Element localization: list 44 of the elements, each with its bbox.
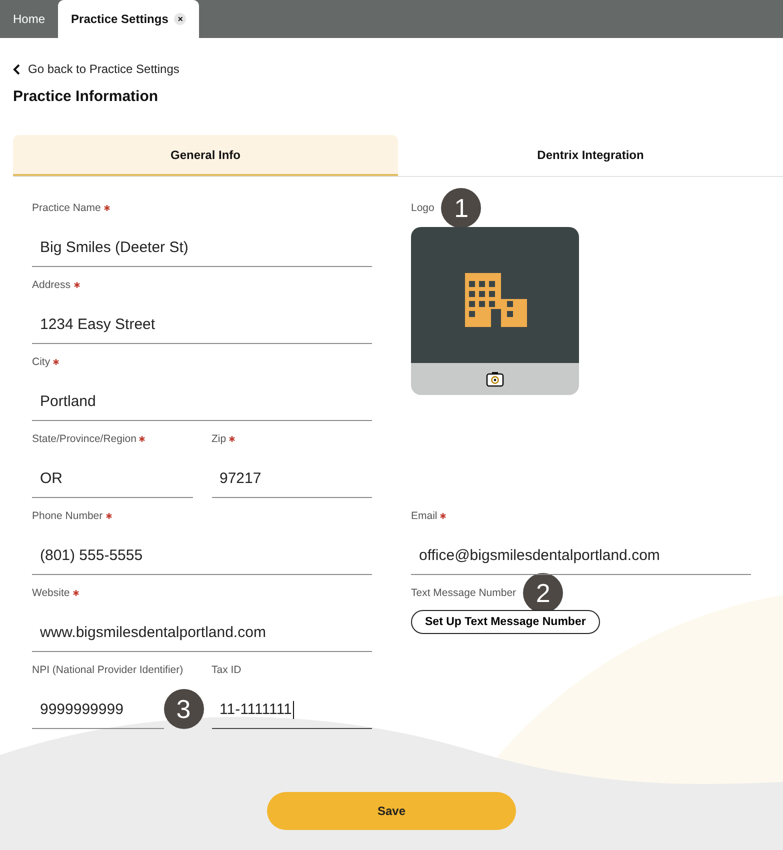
input-field[interactable]: Big Smiles (Deeter St) — [32, 229, 372, 267]
field-label: Practice Name — [32, 201, 372, 215]
back-link[interactable]: Go back to Practice Settings — [13, 62, 180, 76]
input-field[interactable]: 97217 — [212, 460, 372, 498]
field-label: Email — [411, 509, 751, 523]
page-title: Practice Information — [13, 88, 160, 105]
field-label: Website — [32, 586, 372, 600]
asterisk-icon — [74, 282, 80, 288]
top-tab[interactable]: Practice Settings × — [58, 0, 200, 38]
asterisk-icon — [53, 359, 60, 365]
field-label: NPI (National Provider Identifier) — [32, 663, 184, 677]
input-field[interactable]: OR — [32, 460, 192, 498]
close-button[interactable]: × — [174, 13, 186, 25]
field-label: State/Province/Region — [32, 432, 192, 446]
field-label: City — [32, 355, 372, 369]
input-field[interactable]: 11-1111111 — [212, 691, 372, 729]
section-tab[interactable]: Dentrix Integration — [398, 135, 783, 176]
callout-marker: 3 — [164, 689, 204, 729]
input-field[interactable]: 1234 Easy Street — [32, 306, 372, 344]
asterisk-icon — [104, 205, 110, 211]
asterisk-icon — [139, 436, 146, 442]
asterisk-icon — [72, 590, 79, 596]
field-label: Phone Number — [32, 509, 372, 523]
save-button[interactable]: Save — [267, 792, 516, 830]
input-field[interactable]: office@bigsmilesdentalportland.com — [411, 537, 751, 575]
section-tab[interactable]: General Info — [13, 135, 398, 176]
callout-marker: 1 — [441, 188, 482, 228]
field-label: Zip — [212, 432, 372, 446]
camera-icon[interactable] — [486, 371, 504, 387]
input-field[interactable]: 9999999999 — [32, 691, 164, 729]
top-tab[interactable]: Home — [0, 0, 58, 38]
setup-text-number-button[interactable]: Set Up Text Message Number — [411, 610, 600, 634]
input-field[interactable]: Portland — [32, 383, 372, 421]
input-field[interactable]: www.bigsmilesdentalportland.com — [32, 614, 372, 652]
asterisk-icon — [229, 436, 236, 442]
text-cursor — [292, 700, 294, 718]
asterisk-icon — [440, 513, 446, 519]
asterisk-icon — [106, 513, 112, 519]
callout-marker: 2 — [523, 573, 564, 613]
input-field[interactable]: (801) 555-5555 — [32, 537, 372, 575]
field-label: Address — [32, 278, 372, 292]
logo-card[interactable] — [411, 227, 579, 395]
chevron-left-icon — [13, 64, 20, 74]
field-label: Tax ID — [212, 663, 242, 677]
